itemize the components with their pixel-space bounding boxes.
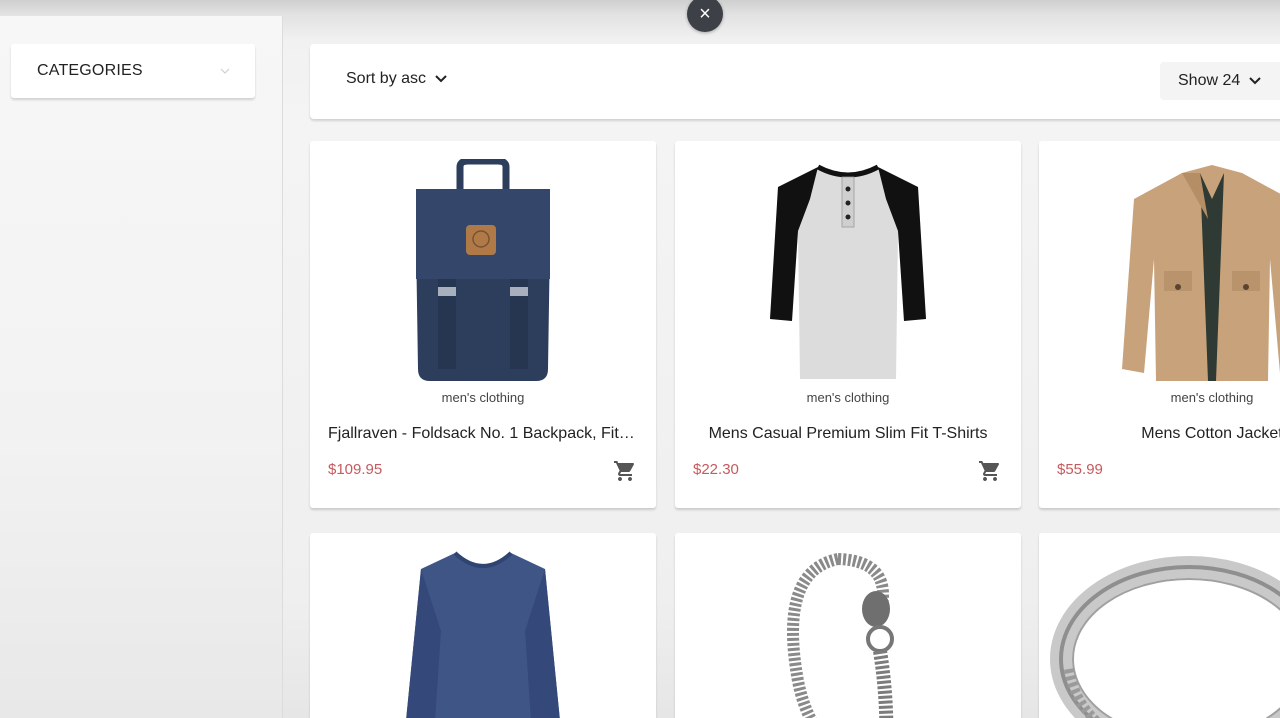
product-card[interactable] <box>675 533 1021 718</box>
product-card[interactable] <box>310 533 656 718</box>
top-bar <box>0 0 1280 16</box>
product-image-cotton-jacket[interactable] <box>1039 153 1280 393</box>
product-category: men's clothing <box>806 390 890 405</box>
product-price: $109.95 <box>328 461 383 478</box>
product-image-backpack[interactable] <box>310 153 656 393</box>
toolbar: Sort by asc Show 24 <box>310 44 1280 119</box>
product-image-raglan-tshirt[interactable] <box>675 153 1021 393</box>
product-price: $22.30 <box>693 461 739 478</box>
sort-label: Sort by asc <box>346 70 427 87</box>
product-title[interactable]: Mens Cotton Jacket <box>1057 425 1280 443</box>
product-category: men's clothing <box>441 390 525 405</box>
sidebar: CATEGORIES <box>0 16 283 718</box>
product-category: men's clothing <box>1170 390 1254 405</box>
chevron-down-icon <box>1249 77 1261 85</box>
product-image-long-sleeve-shirt[interactable] <box>310 551 656 718</box>
product-image-dragon-bracelet[interactable] <box>675 551 1021 718</box>
product-title[interactable]: Fjallraven - Foldsack No. 1 Backpack, Fi… <box>328 425 638 443</box>
cart-icon[interactable] <box>612 459 638 483</box>
product-card[interactable] <box>1039 533 1280 718</box>
chevron-down-icon <box>220 68 230 74</box>
categories-label: CATEGORIES <box>37 62 143 79</box>
product-title[interactable]: Mens Casual Premium Slim Fit T-Shirts <box>693 425 1003 443</box>
categories-dropdown[interactable]: CATEGORIES <box>11 44 255 98</box>
page-size-dropdown[interactable]: Show 24 <box>1160 62 1280 100</box>
product-card[interactable]: men's clothing Mens Casual Premium Slim … <box>675 141 1021 508</box>
sort-dropdown[interactable]: Sort by asc <box>346 70 448 88</box>
product-card[interactable]: men's clothing Mens Cotton Jacket $55.99 <box>1039 141 1280 508</box>
product-card[interactable]: men's clothing Fjallraven - Foldsack No.… <box>310 141 656 508</box>
page-size-label: Show 24 <box>1178 72 1241 89</box>
close-button[interactable]: × <box>687 0 723 32</box>
product-image-silver-ring[interactable] <box>1039 549 1280 718</box>
cart-icon[interactable] <box>977 459 1003 483</box>
close-icon: × <box>699 3 711 25</box>
product-price: $55.99 <box>1057 461 1103 478</box>
chevron-down-icon <box>435 75 447 83</box>
